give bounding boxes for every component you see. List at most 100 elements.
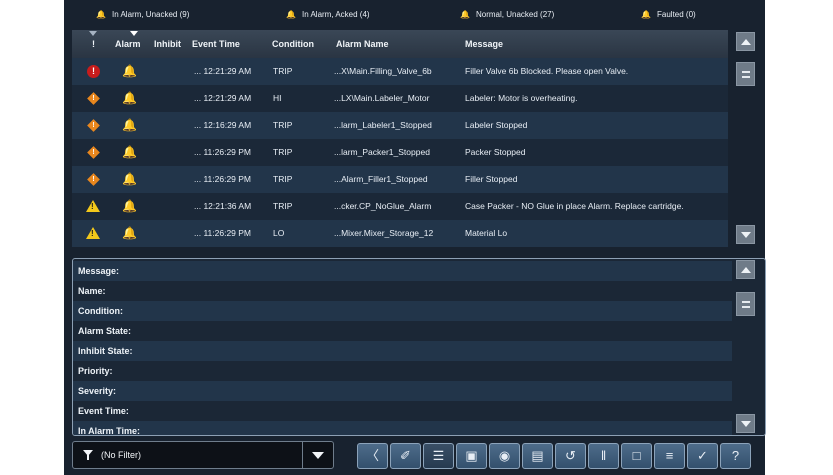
high-severity-icon: ! (87, 119, 100, 132)
table-row[interactable]: ! 🔔 ... 11:26:29 PM TRIP ...Alarm_Filler… (72, 166, 728, 193)
message-cell: Filler Stopped (465, 174, 518, 184)
alarm-grid-header: ! Alarm Inhibit Event Time Condition Ala… (72, 30, 728, 59)
ack-selected-button[interactable]: ▣ (456, 443, 487, 469)
alarm-status-bar: 🔔 In Alarm, Unacked (9) 🔔 In Alarm, Acked … (64, 6, 765, 28)
bell-icon: 🔔 (122, 91, 137, 105)
high-severity-icon: ! (87, 92, 100, 105)
condition-cell: TRIP (273, 147, 293, 157)
filter-dropdown[interactable]: (No Filter) (72, 441, 334, 469)
previous-button[interactable]: 〈 (357, 443, 388, 469)
event-time-cell: ... 12:21:36 AM (194, 201, 252, 211)
detail-condition-label: Condition: (73, 301, 732, 321)
disable-button[interactable]: □ (621, 443, 652, 469)
table-row[interactable]: ! 🔔 ... 12:16:29 AM TRIP ...larm_Labeler… (72, 112, 728, 139)
bell-icon: 🔔 (286, 10, 296, 19)
status-in-alarm-acked[interactable]: 🔔 In Alarm, Acked (4) (284, 10, 370, 19)
detail-in-alarm-time-label: In Alarm Time: (73, 421, 732, 435)
column-message[interactable]: Message (465, 30, 503, 58)
sort-button[interactable]: ≡ (654, 443, 685, 469)
detail-severity-label: Severity: (73, 381, 732, 401)
ack-all-button[interactable]: ◉ (489, 443, 520, 469)
bell-icon: 🔔 (122, 199, 137, 213)
alarm-name-cell: ...Mixer.Mixer_Storage_12 (334, 228, 434, 238)
help-button[interactable]: ? (720, 443, 751, 469)
event-time-cell: ... 11:26:29 PM (194, 147, 252, 157)
condition-cell: TRIP (273, 201, 293, 211)
column-inhibit[interactable]: Inhibit (154, 30, 181, 58)
event-time-cell: ... 11:26:29 PM (194, 228, 252, 238)
critical-severity-icon: ! (87, 65, 100, 78)
event-time-cell: ... 12:16:29 AM (194, 120, 252, 130)
status-faulted[interactable]: 🔔 Faulted (0) (639, 10, 696, 19)
condition-cell: TRIP (273, 120, 293, 130)
alarm-name-cell: ...X\Main.Filling_Valve_6b (334, 66, 432, 76)
inhibit-cell (154, 139, 190, 166)
message-cell: Packer Stopped (465, 147, 526, 157)
column-alarm[interactable]: Alarm (115, 30, 141, 58)
alarm-name-cell: ...Alarm_Filler1_Stopped (334, 174, 428, 184)
table-row[interactable]: ! 🔔 ... 12:21:36 AM TRIP ...cker.CP_NoGl… (72, 193, 728, 220)
table-row[interactable]: ! 🔔 ... 12:21:29 AM TRIP ...X\Main.Filli… (72, 58, 728, 85)
details-scroll-thumb[interactable] (736, 292, 755, 316)
properties-button[interactable]: ✐ (390, 443, 421, 469)
chevron-down-icon (312, 452, 324, 459)
details-button[interactable]: ☰ (423, 443, 454, 469)
status-in-alarm-unacked[interactable]: 🔔 In Alarm, Unacked (9) (94, 10, 189, 19)
arrow-down-icon (741, 421, 751, 427)
alarm-details-pane: Message: Name: Condition: Alarm State: I… (72, 258, 766, 436)
details-scroll-down-button[interactable] (736, 414, 755, 433)
bell-fault-icon: 🔔 (641, 10, 651, 19)
bell-icon: 🔔 (122, 118, 137, 132)
detail-inhibit-state-label: Inhibit State: (73, 341, 732, 361)
alarm-name-cell: ...larm_Labeler1_Stopped (334, 120, 432, 130)
condition-cell: LO (273, 228, 285, 238)
detail-name-label: Name: (78, 286, 106, 296)
bell-icon: 🔔 (122, 145, 137, 159)
column-priority[interactable]: ! (92, 30, 95, 58)
table-row[interactable]: ! 🔔 ... 11:26:29 PM LO ...Mixer.Mixer_St… (72, 220, 728, 247)
arrow-up-icon (741, 39, 751, 45)
table-row[interactable]: ! 🔔 ... 11:26:29 PM TRIP ...larm_Packer1… (72, 139, 728, 166)
grid-scroll-up-button[interactable] (736, 32, 755, 51)
condition-cell: TRIP (273, 174, 293, 184)
confirm-button[interactable]: ✓ (687, 443, 718, 469)
bell-icon: 🔔 (122, 172, 137, 186)
shelve-button[interactable]: ▤ (522, 443, 553, 469)
bell-outline-icon: 🔔 (460, 10, 470, 19)
high-severity-icon: ! (87, 146, 100, 159)
status-normal-unacked[interactable]: 🔔 Normal, Unacked (27) (458, 10, 554, 19)
message-cell: Labeler: Motor is overheating. (465, 93, 578, 103)
grid-scroll-down-button[interactable] (736, 225, 755, 244)
alarm-name-cell: ...LX\Main.Labeler_Motor (334, 93, 430, 103)
detail-message-label: Message: (73, 261, 732, 281)
medium-severity-icon: ! (86, 200, 100, 212)
reset-button[interactable]: ↺ (555, 443, 586, 469)
message-cell: Labeler Stopped (465, 120, 528, 130)
medium-severity-icon: ! (86, 227, 100, 239)
condition-cell: TRIP (273, 66, 293, 76)
bell-icon: 🔔 (122, 226, 137, 240)
arrow-down-icon (741, 232, 751, 238)
detail-alarm-state-label: Alarm State: (78, 326, 132, 336)
event-time-cell: ... 12:21:29 AM (194, 66, 252, 76)
suppress-button[interactable]: ‖ (588, 443, 619, 469)
alarm-name-cell: ...larm_Packer1_Stopped (334, 147, 430, 157)
alarm-name-cell: ...cker.CP_NoGlue_Alarm (334, 201, 432, 211)
inhibit-cell (154, 85, 190, 112)
inhibit-cell (154, 193, 190, 220)
filter-value: (No Filter) (101, 450, 141, 460)
column-condition[interactable]: Condition (272, 30, 314, 58)
detail-priority-label: Priority: (78, 366, 113, 376)
grid-scroll-thumb[interactable] (736, 62, 755, 86)
event-time-cell: ... 11:26:29 PM (194, 174, 252, 184)
inhibit-cell (154, 220, 190, 247)
arrow-up-icon (741, 267, 751, 273)
details-scroll-up-button[interactable] (736, 260, 755, 279)
table-row[interactable]: ! 🔔 ... 12:21:29 AM HI ...LX\Main.Labele… (72, 85, 728, 112)
inhibit-cell (154, 58, 190, 85)
column-event-time[interactable]: Event Time (192, 30, 240, 58)
message-cell: Filler Valve 6b Blocked. Please open Val… (465, 66, 629, 76)
filter-dropdown-button[interactable] (302, 442, 333, 468)
column-alarm-name[interactable]: Alarm Name (336, 30, 389, 58)
detail-event-time-label: Event Time: (78, 406, 129, 416)
